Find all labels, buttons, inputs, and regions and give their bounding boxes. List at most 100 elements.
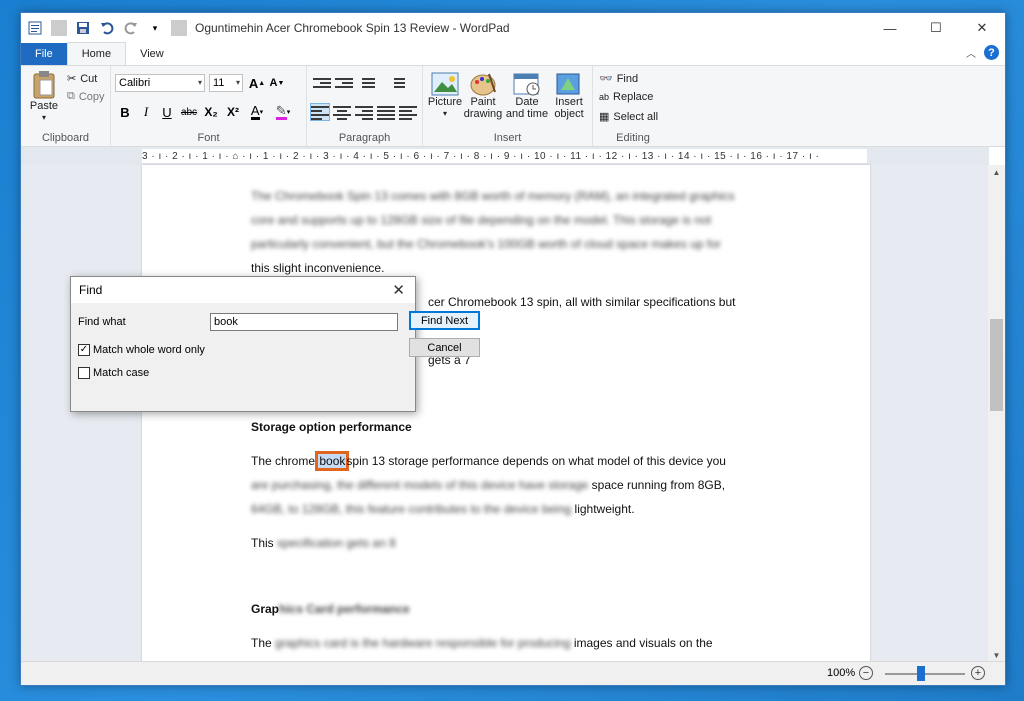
strikethrough-button[interactable]: abc bbox=[179, 102, 199, 122]
document-area: The Chromebook Spin 13 comes with 8GB wo… bbox=[21, 165, 989, 663]
insert-object-icon bbox=[555, 72, 583, 96]
align-right-icon[interactable] bbox=[355, 104, 373, 120]
zoom-slider-thumb[interactable] bbox=[917, 666, 925, 681]
picture-icon bbox=[431, 72, 459, 96]
help-icon[interactable]: ? bbox=[984, 45, 999, 60]
subscript-button[interactable]: X₂ bbox=[201, 102, 221, 122]
find-button[interactable]: 👓Find bbox=[599, 72, 638, 85]
text-color-icon[interactable]: A▾ bbox=[247, 102, 267, 122]
status-bar: 100% − + bbox=[21, 661, 1005, 685]
doc-line: 64GB, to 128GB, this feature contributes… bbox=[251, 502, 635, 516]
copy-button[interactable]: ⧉Copy bbox=[67, 90, 105, 103]
font-size-select[interactable]: 11▾ bbox=[209, 74, 243, 92]
picture-button[interactable]: Picture▾ bbox=[427, 72, 463, 120]
justify-icon[interactable] bbox=[377, 104, 395, 120]
collapse-ribbon-icon[interactable]: ︿ bbox=[966, 45, 976, 60]
checkbox-empty-icon bbox=[78, 367, 90, 379]
paste-icon bbox=[31, 70, 57, 100]
scrollbar-thumb[interactable] bbox=[990, 319, 1003, 411]
replace-icon: ab bbox=[599, 92, 609, 102]
find-dialog: Find ✕ Find what book Find Next Cancel ✓… bbox=[70, 276, 416, 412]
paragraph-label: Paragraph bbox=[307, 132, 422, 144]
paint-palette-icon bbox=[469, 72, 497, 96]
doc-line: The graphics card is the hardware respon… bbox=[251, 636, 713, 650]
paste-button[interactable]: Paste ▾ bbox=[27, 70, 61, 124]
doc-line: core and supports up to 128GB size of fi… bbox=[251, 213, 711, 227]
doc-line: cer Chromebook 13 spin, all with similar… bbox=[428, 295, 735, 309]
close-button[interactable]: ✕ bbox=[959, 13, 1005, 43]
align-center-icon[interactable] bbox=[333, 104, 351, 120]
tab-view[interactable]: View bbox=[126, 43, 178, 65]
checkbox-checked-icon: ✓ bbox=[78, 344, 90, 356]
underline-button[interactable]: U bbox=[157, 102, 177, 122]
find-what-label: Find what bbox=[78, 316, 126, 328]
redo-icon[interactable] bbox=[123, 20, 139, 36]
replace-button[interactable]: abReplace bbox=[599, 91, 653, 103]
wordpad-app-icon[interactable] bbox=[27, 20, 43, 36]
font-label: Font bbox=[111, 132, 306, 144]
paragraph-dialog-icon[interactable] bbox=[399, 104, 417, 120]
customize-toolbar-icon[interactable]: ▾ bbox=[147, 20, 163, 36]
editing-label: Editing bbox=[593, 132, 673, 144]
decrease-indent-icon[interactable] bbox=[313, 76, 331, 92]
insert-group: Picture▾ Paint drawing Date and time Ins… bbox=[423, 66, 593, 146]
find-next-button[interactable]: Find Next bbox=[409, 311, 480, 330]
heading-graphics: Graphics Card performance bbox=[251, 602, 410, 616]
scroll-down-icon[interactable]: ▼ bbox=[988, 651, 1005, 660]
grow-font-icon[interactable]: A▲ bbox=[247, 73, 267, 93]
shrink-font-icon[interactable]: A▼ bbox=[267, 73, 287, 93]
bullets-icon[interactable] bbox=[357, 76, 375, 92]
match-case-checkbox[interactable]: Match case bbox=[78, 367, 149, 379]
zoom-slider-track[interactable] bbox=[885, 673, 965, 675]
calendar-clock-icon bbox=[513, 72, 541, 96]
ruler-area: 3 · ı · 2 · ı · 1 · ı · ⌂ · ı · 1 · ı · … bbox=[21, 147, 989, 165]
italic-button[interactable]: I bbox=[136, 102, 156, 122]
doc-line: This specification gets an 8 bbox=[251, 536, 396, 550]
paragraph-group: Paragraph bbox=[307, 66, 423, 146]
maximize-button[interactable]: ☐ bbox=[913, 13, 959, 43]
scissors-icon: ✂ bbox=[67, 72, 76, 85]
line-spacing-icon[interactable] bbox=[387, 76, 405, 92]
select-all-button[interactable]: ▦Select all bbox=[599, 110, 658, 123]
doc-line-with-match: The chrome bookspin 13 storage performan… bbox=[251, 454, 726, 468]
zoom-out-icon[interactable]: − bbox=[859, 666, 873, 680]
tab-home[interactable]: Home bbox=[67, 42, 126, 65]
bold-button[interactable]: B bbox=[115, 102, 135, 122]
font-family-select[interactable]: Calibri▾ bbox=[115, 74, 205, 92]
increase-indent-icon[interactable] bbox=[335, 76, 353, 92]
vertical-scrollbar[interactable]: ▲ ▼ bbox=[988, 165, 1005, 663]
document-page[interactable]: The Chromebook Spin 13 comes with 8GB wo… bbox=[142, 165, 870, 663]
find-dialog-close-icon[interactable]: ✕ bbox=[392, 281, 405, 299]
paint-drawing-button[interactable]: Paint drawing bbox=[463, 72, 503, 120]
doc-line: this slight inconvenience. bbox=[251, 261, 384, 275]
find-what-input[interactable]: book bbox=[210, 313, 398, 331]
highlight-color-icon[interactable]: ✎▾ bbox=[273, 102, 293, 122]
match-whole-word-checkbox[interactable]: ✓Match whole word only bbox=[78, 344, 205, 356]
copy-icon: ⧉ bbox=[67, 90, 75, 103]
ruler[interactable]: 3 · ı · 2 · ı · 1 · ı · ⌂ · ı · 1 · ı · … bbox=[142, 149, 867, 163]
find-dialog-titlebar: Find ✕ bbox=[71, 277, 415, 303]
doc-line: particularly convenient, but the Chromeb… bbox=[251, 237, 721, 251]
insert-object-button[interactable]: Insert object bbox=[549, 72, 589, 120]
find-dialog-title: Find bbox=[79, 283, 102, 297]
tab-file[interactable]: File bbox=[21, 43, 67, 65]
save-icon[interactable] bbox=[75, 20, 91, 36]
heading-storage: Storage option performance bbox=[251, 420, 412, 434]
scroll-up-icon[interactable]: ▲ bbox=[988, 165, 1005, 177]
zoom-in-icon[interactable]: + bbox=[971, 666, 985, 680]
date-time-button[interactable]: Date and time bbox=[505, 72, 549, 120]
found-match-highlight: book bbox=[318, 454, 346, 468]
title-bar: ▾ Oguntimehin Acer Chromebook Spin 13 Re… bbox=[21, 13, 1005, 43]
cut-button[interactable]: ✂Cut bbox=[67, 72, 97, 85]
undo-icon[interactable] bbox=[99, 20, 115, 36]
insert-label: Insert bbox=[423, 132, 592, 144]
quick-access-toolbar: ▾ bbox=[21, 13, 187, 43]
editing-group: 👓Find abReplace ▦Select all Editing bbox=[593, 66, 673, 146]
font-group: Calibri▾ 11▾ A▲ A▼ B I U abc X₂ X² A▾ ✎▾… bbox=[111, 66, 307, 146]
minimize-button[interactable]: — bbox=[867, 13, 913, 43]
ribbon-tabs: File Home View ︿ ? bbox=[21, 43, 1005, 65]
superscript-button[interactable]: X² bbox=[223, 102, 243, 122]
align-left-icon[interactable] bbox=[311, 104, 329, 120]
clipboard-label: Clipboard bbox=[21, 132, 110, 144]
cancel-button[interactable]: Cancel bbox=[409, 338, 480, 357]
